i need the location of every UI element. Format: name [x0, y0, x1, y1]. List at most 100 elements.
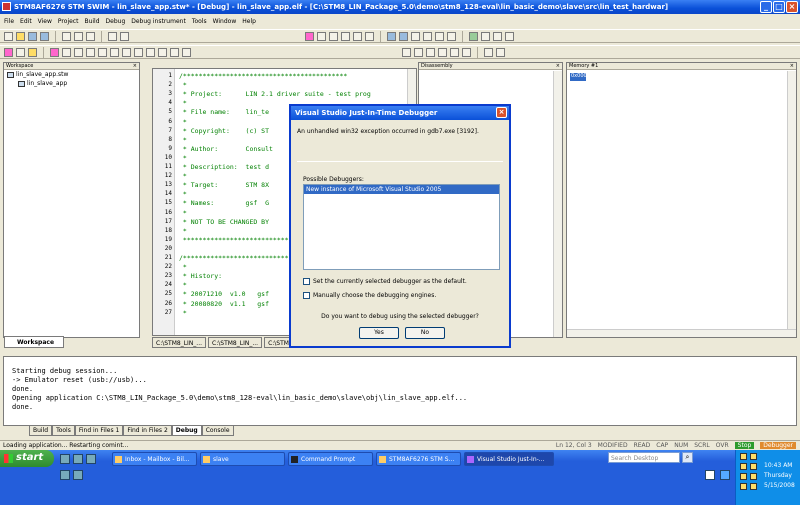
continue-icon[interactable] — [16, 47, 25, 57]
code-line[interactable]: * — [179, 227, 187, 235]
code-line[interactable]: * Names: gsf G — [179, 199, 269, 207]
menu-view[interactable]: View — [38, 18, 52, 28]
new-file-icon[interactable] — [4, 31, 13, 41]
help-icon[interactable] — [484, 47, 493, 57]
editor-tab-1[interactable]: C:\STM8_LIN_... — [152, 337, 207, 348]
layout-icon[interactable] — [426, 47, 435, 57]
code-line[interactable]: * — [179, 118, 187, 126]
about-icon[interactable] — [496, 47, 505, 57]
tray-icon-8[interactable] — [750, 483, 757, 490]
find-in-files-icon[interactable] — [365, 31, 374, 41]
code-line[interactable]: * History: — [179, 272, 222, 280]
task-inbox[interactable]: Inbox - Mailbox - Bil... — [112, 452, 197, 466]
tab-find-in-files-2[interactable]: Find in Files 2 — [123, 426, 172, 436]
step-out-icon[interactable] — [447, 31, 456, 41]
browser-icon[interactable] — [73, 454, 83, 464]
quicklaunch-icon-2[interactable] — [73, 470, 83, 480]
task-command-prompt[interactable]: Command Prompt — [288, 452, 373, 466]
redo-icon[interactable] — [120, 31, 129, 41]
watch-icon[interactable] — [481, 31, 490, 41]
media-icon[interactable] — [86, 454, 96, 464]
debuggers-list[interactable]: New instance of Microsoft Visual Studio … — [303, 184, 500, 270]
workspace-tab[interactable]: Workspace — [4, 336, 64, 348]
yes-button[interactable]: Yes — [359, 327, 399, 339]
code-line[interactable]: * — [179, 281, 187, 289]
code-line[interactable]: * Description: test d — [179, 163, 269, 171]
code-line[interactable]: * Author: Consult — [179, 145, 273, 153]
core-icon[interactable] — [182, 47, 191, 57]
run-icon[interactable] — [411, 31, 420, 41]
task-stvd[interactable]: STM8AF6276 STM S... — [376, 452, 461, 466]
peripherals-icon[interactable] — [86, 47, 95, 57]
search-icon[interactable]: ⌕ — [682, 452, 693, 463]
tray-icon-7[interactable] — [740, 483, 747, 490]
step-instr-icon[interactable] — [110, 47, 119, 57]
memory-icon[interactable] — [493, 31, 502, 41]
disassembly-close-icon[interactable]: × — [556, 63, 560, 69]
checkbox-box[interactable] — [303, 278, 310, 285]
tray-icon-4[interactable] — [750, 463, 757, 470]
call-stack-icon[interactable] — [146, 47, 155, 57]
memory-close-icon[interactable]: × — [790, 63, 794, 69]
stack-icon[interactable] — [62, 47, 71, 57]
dialog-close-button[interactable]: × — [496, 107, 507, 118]
tab-tools[interactable]: Tools — [52, 426, 75, 436]
breakpoint-icon[interactable] — [469, 31, 478, 41]
code-line[interactable]: * — [179, 136, 187, 144]
start-button[interactable]: start — [0, 450, 54, 467]
menu-tools[interactable]: Tools — [192, 18, 207, 28]
debug-stop-icon[interactable] — [399, 31, 408, 41]
memory-address-field[interactable]: 0x000 — [570, 73, 587, 81]
grid-icon[interactable] — [414, 47, 423, 57]
task-slave-folder[interactable]: slave — [200, 452, 285, 466]
code-line[interactable]: * NOT TO BE CHANGED BY — [179, 218, 269, 226]
code-line[interactable]: * — [179, 99, 187, 107]
tray-icon-1[interactable] — [740, 453, 747, 460]
menu-file[interactable]: File — [4, 18, 14, 28]
run-to-cursor-icon[interactable] — [122, 47, 131, 57]
undo-icon[interactable] — [108, 31, 117, 41]
trace-icon[interactable] — [98, 47, 107, 57]
save-all-icon[interactable] — [40, 31, 49, 41]
network-tray-icon[interactable] — [720, 470, 730, 480]
find-icon[interactable] — [353, 31, 362, 41]
checkbox-box[interactable] — [303, 292, 310, 299]
build-icon[interactable] — [317, 31, 326, 41]
no-button[interactable]: No — [405, 327, 445, 339]
watch2-icon[interactable] — [170, 47, 179, 57]
editor-tab-2[interactable]: C:\STM8_LIN_... — [208, 337, 263, 348]
alert-icon[interactable] — [50, 47, 59, 57]
stop-build-icon[interactable] — [341, 31, 350, 41]
paste-icon[interactable] — [86, 31, 95, 41]
tab-find-in-files-1[interactable]: Find in Files 1 — [74, 426, 124, 436]
refresh-icon[interactable] — [28, 47, 37, 57]
code-line[interactable]: /***************************************… — [179, 72, 347, 80]
code-line[interactable]: * Project: LIN 2.1 driver suite - test p… — [179, 90, 371, 98]
task-jit-debugger[interactable]: Visual Studio Just-In-... — [464, 452, 554, 466]
tile-icon[interactable] — [450, 47, 459, 57]
variables-icon[interactable] — [74, 47, 83, 57]
help-tray-icon[interactable] — [705, 470, 715, 480]
tree-item-project[interactable]: lin_slave_app — [4, 79, 139, 88]
clock-time[interactable]: 10:43 AM — [764, 462, 792, 469]
quicklaunch-icon[interactable] — [60, 470, 70, 480]
step-into-icon[interactable] — [423, 31, 432, 41]
desktop-search-input[interactable]: Search Desktop — [608, 452, 680, 463]
compile-icon[interactable] — [305, 31, 314, 41]
code-line[interactable]: * 20080820 v1.1 gsf — [179, 300, 269, 308]
code-line[interactable]: * File name: lin_te — [179, 108, 269, 116]
reset-icon[interactable] — [4, 47, 13, 57]
locals-icon[interactable] — [158, 47, 167, 57]
minimize-button[interactable]: _ — [760, 1, 772, 13]
menu-debug[interactable]: Debug — [106, 18, 126, 28]
default-debugger-checkbox[interactable]: Set the currently selected debugger as t… — [303, 278, 467, 285]
open-folder-icon[interactable] — [16, 31, 25, 41]
window-icon[interactable] — [438, 47, 447, 57]
menu-edit[interactable]: Edit — [20, 18, 32, 28]
rebuild-icon[interactable] — [329, 31, 338, 41]
code-line[interactable]: * Copyright: (c) ST — [179, 127, 269, 135]
close-button[interactable]: × — [786, 1, 798, 13]
menu-project[interactable]: Project — [58, 18, 79, 28]
code-line[interactable]: * — [179, 172, 187, 180]
show-desktop-icon[interactable] — [60, 454, 70, 464]
